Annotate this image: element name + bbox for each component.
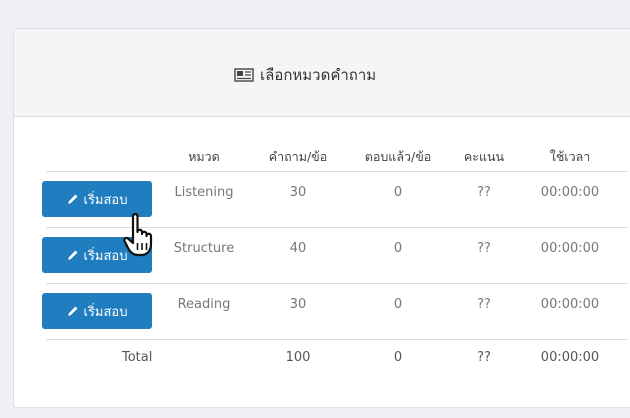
cell-time: 00:00:00 [540, 185, 600, 200]
pencil-icon [67, 306, 77, 316]
pencil-icon [67, 194, 77, 204]
cell-category: Reading [177, 297, 231, 312]
total-label: Total [122, 350, 153, 365]
start-exam-label: เริ่มสอบ [83, 192, 128, 208]
cell-time: 00:00:00 [540, 297, 600, 312]
pencil-icon [67, 250, 77, 260]
column-header-answered: ตอบแล้ว/ข้อ [364, 149, 432, 164]
cell-score: ?? [477, 241, 491, 256]
row-divider [46, 339, 628, 340]
cell-score: ?? [477, 185, 491, 200]
cell-questions: 40 [289, 241, 307, 256]
cell-questions: 30 [289, 185, 307, 200]
row-divider [46, 283, 628, 284]
column-header-time: ใช้เวลา [549, 149, 591, 164]
total-answered: 0 [393, 350, 403, 365]
panel-title-text: เลือกหมวดคำถาม [260, 66, 377, 84]
column-header-questions: คำถาม/ข้อ [268, 149, 328, 164]
newspaper-icon [234, 68, 254, 82]
panel-header: เลือกหมวดคำถาม [14, 29, 630, 117]
row-divider [46, 171, 628, 172]
hand-pointer-icon [123, 213, 153, 257]
panel-title: เลือกหมวดคำถาม [234, 63, 376, 87]
column-header-score: คะแนน [463, 149, 505, 164]
total-time: 00:00:00 [540, 350, 600, 365]
category-panel: เลือกหมวดคำถาม หมวด คำถาม/ข้อ ตอบแล้ว/ข้… [13, 28, 630, 408]
column-header-category: หมวด [188, 149, 220, 164]
cell-category: Listening [174, 185, 234, 200]
total-score: ?? [477, 350, 491, 365]
cell-category: Structure [173, 241, 235, 256]
cell-questions: 30 [289, 297, 307, 312]
start-exam-label: เริ่มสอบ [83, 248, 128, 264]
cell-score: ?? [477, 297, 491, 312]
cell-answered: 0 [393, 297, 403, 312]
start-exam-button-reading[interactable]: เริ่มสอบ [42, 293, 152, 329]
cell-answered: 0 [393, 185, 403, 200]
start-exam-label: เริ่มสอบ [83, 304, 128, 320]
cell-time: 00:00:00 [540, 241, 600, 256]
total-questions: 100 [285, 350, 311, 365]
cell-answered: 0 [393, 241, 403, 256]
